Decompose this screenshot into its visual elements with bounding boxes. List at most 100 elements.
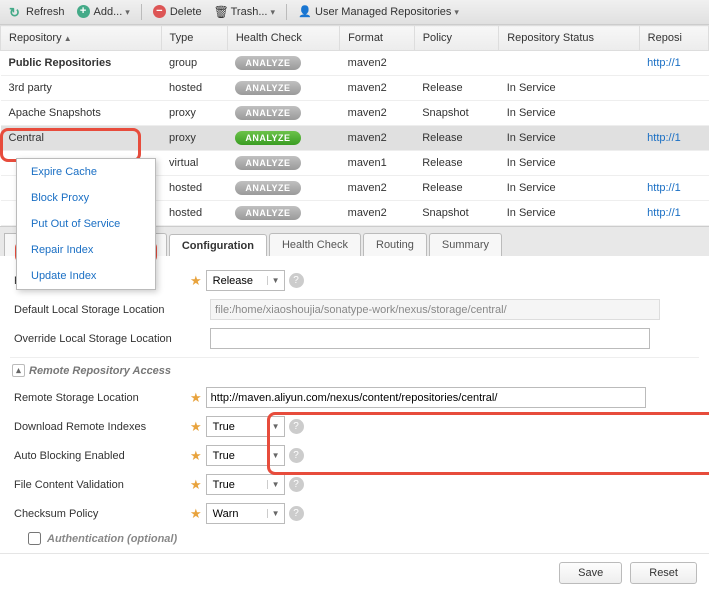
dropdown-icon [454, 6, 459, 18]
separator [286, 4, 287, 20]
repo-url-link[interactable]: http://1 [647, 132, 681, 144]
policy-cell: Release [414, 151, 499, 176]
context-menu: Expire CacheBlock ProxyPut Out of Servic… [16, 158, 156, 290]
auth-checkbox[interactable] [28, 532, 41, 545]
column-header[interactable]: Health Check [227, 26, 339, 51]
chevron-down-icon: ▼ [267, 276, 284, 285]
context-menu-item[interactable]: Put Out of Service [17, 211, 155, 237]
save-button[interactable]: Save [559, 562, 622, 584]
download-indexes-label: Download Remote Indexes [10, 421, 190, 433]
type-cell: group [161, 51, 227, 76]
format-cell: maven2 [340, 201, 415, 226]
user-managed-button[interactable]: User Managed Repositories [294, 3, 463, 21]
add-button[interactable]: Add... [73, 3, 134, 21]
file-validation-select[interactable]: True▼ [206, 474, 285, 495]
url-cell: http://1 [639, 176, 708, 201]
help-icon[interactable] [289, 448, 304, 463]
reset-button[interactable]: Reset [630, 562, 697, 584]
override-storage-input[interactable] [210, 328, 650, 349]
table-row[interactable]: 3rd partyhostedANALYZEmaven2ReleaseIn Se… [1, 76, 709, 101]
repo-name-cell: Apache Snapshots [1, 101, 162, 126]
auto-blocking-select[interactable]: True▼ [206, 445, 285, 466]
type-cell: proxy [161, 101, 227, 126]
status-cell [499, 51, 639, 76]
tab-health-check[interactable]: Health Check [269, 233, 361, 256]
status-cell: In Service [499, 201, 639, 226]
collapse-icon[interactable]: ▴ [12, 364, 25, 377]
refresh-icon [9, 5, 23, 19]
file-validation-value: True [207, 479, 267, 491]
trash-button[interactable]: Trash... [210, 3, 279, 21]
health-check-cell: ANALYZE [227, 176, 339, 201]
download-indexes-select[interactable]: True▼ [206, 416, 285, 437]
analyze-button[interactable]: ANALYZE [235, 56, 300, 70]
repo-url-link[interactable]: http://1 [647, 207, 681, 219]
help-icon[interactable] [289, 506, 304, 521]
column-header[interactable]: Type [161, 26, 227, 51]
health-check-cell: ANALYZE [227, 201, 339, 226]
health-check-cell: ANALYZE [227, 126, 339, 151]
column-header[interactable]: Repository Status [499, 26, 639, 51]
auth-label: Authentication (optional) [47, 533, 177, 545]
policy-cell: Release [414, 76, 499, 101]
repo-url-link[interactable]: http://1 [647, 182, 681, 194]
help-icon[interactable] [289, 477, 304, 492]
type-cell: hosted [161, 176, 227, 201]
status-cell: In Service [499, 176, 639, 201]
table-row[interactable]: Public Repositoriesgroup ANALYZE maven2 htt… [1, 51, 709, 76]
table-row[interactable]: Apache SnapshotsproxyANALYZEmaven2Snapsh… [1, 101, 709, 126]
context-menu-item[interactable]: Block Proxy [17, 185, 155, 211]
remote-section-header[interactable]: ▴ Remote Repository Access [10, 357, 699, 383]
format-cell: maven2 [340, 76, 415, 101]
analyze-button[interactable]: ANALYZE [235, 81, 300, 95]
column-header[interactable]: Repository [1, 26, 162, 51]
analyze-button[interactable]: ANALYZE [235, 156, 300, 170]
analyze-button[interactable]: ANALYZE [235, 181, 300, 195]
format-cell: maven2 [340, 51, 415, 76]
analyze-button[interactable]: ANALYZE [235, 131, 300, 145]
column-header[interactable]: Reposi [639, 26, 708, 51]
checksum-select[interactable]: Warn▼ [206, 503, 285, 524]
remote-storage-input[interactable] [206, 387, 646, 408]
delete-icon [153, 5, 167, 19]
repo-name-cell: Public Repositories [1, 51, 162, 76]
health-check-cell: ANALYZE [227, 51, 339, 76]
toolbar: Refresh Add... Delete Trash... User Mana… [0, 0, 709, 25]
column-header[interactable]: Format [340, 26, 415, 51]
add-label: Add... [94, 6, 123, 18]
status-cell: In Service [499, 76, 639, 101]
required-icon: ★ [190, 448, 202, 464]
analyze-button[interactable]: ANALYZE [235, 106, 300, 120]
separator [141, 4, 142, 20]
column-header[interactable]: Policy [414, 26, 499, 51]
checksum-value: Warn [207, 508, 267, 520]
context-menu-item[interactable]: Expire Cache [17, 159, 155, 185]
analyze-button[interactable]: ANALYZE [235, 206, 300, 220]
url-cell [639, 101, 708, 126]
repo-policy-select[interactable]: Release▼ [206, 270, 285, 291]
required-icon: ★ [190, 506, 202, 522]
user-icon [298, 5, 312, 19]
chevron-down-icon: ▼ [267, 422, 284, 431]
delete-button[interactable]: Delete [149, 3, 206, 21]
context-menu-item[interactable]: Update Index [17, 263, 155, 289]
auth-section-header[interactable]: Authentication (optional) [10, 528, 699, 549]
type-cell: proxy [161, 126, 227, 151]
url-cell [639, 151, 708, 176]
context-menu-item[interactable]: Repair Index [17, 237, 155, 263]
table-row[interactable]: CentralproxyANALYZEmaven2ReleaseIn Servi… [1, 126, 709, 151]
required-icon: ★ [190, 390, 202, 406]
repo-url-link[interactable]: http://1 [647, 57, 681, 69]
help-icon[interactable] [289, 273, 304, 288]
status-cell: In Service [499, 151, 639, 176]
tab-routing[interactable]: Routing [363, 233, 427, 256]
auto-blocking-label: Auto Blocking Enabled [10, 450, 190, 462]
refresh-button[interactable]: Refresh [5, 3, 69, 21]
repo-name-cell: Central [1, 126, 162, 151]
required-icon: ★ [190, 419, 202, 435]
tab-summary[interactable]: Summary [429, 233, 502, 256]
repo-name-cell: 3rd party [1, 76, 162, 101]
tab-configuration[interactable]: Configuration [169, 234, 267, 256]
help-icon[interactable] [289, 419, 304, 434]
policy-cell: Snapshot [414, 201, 499, 226]
